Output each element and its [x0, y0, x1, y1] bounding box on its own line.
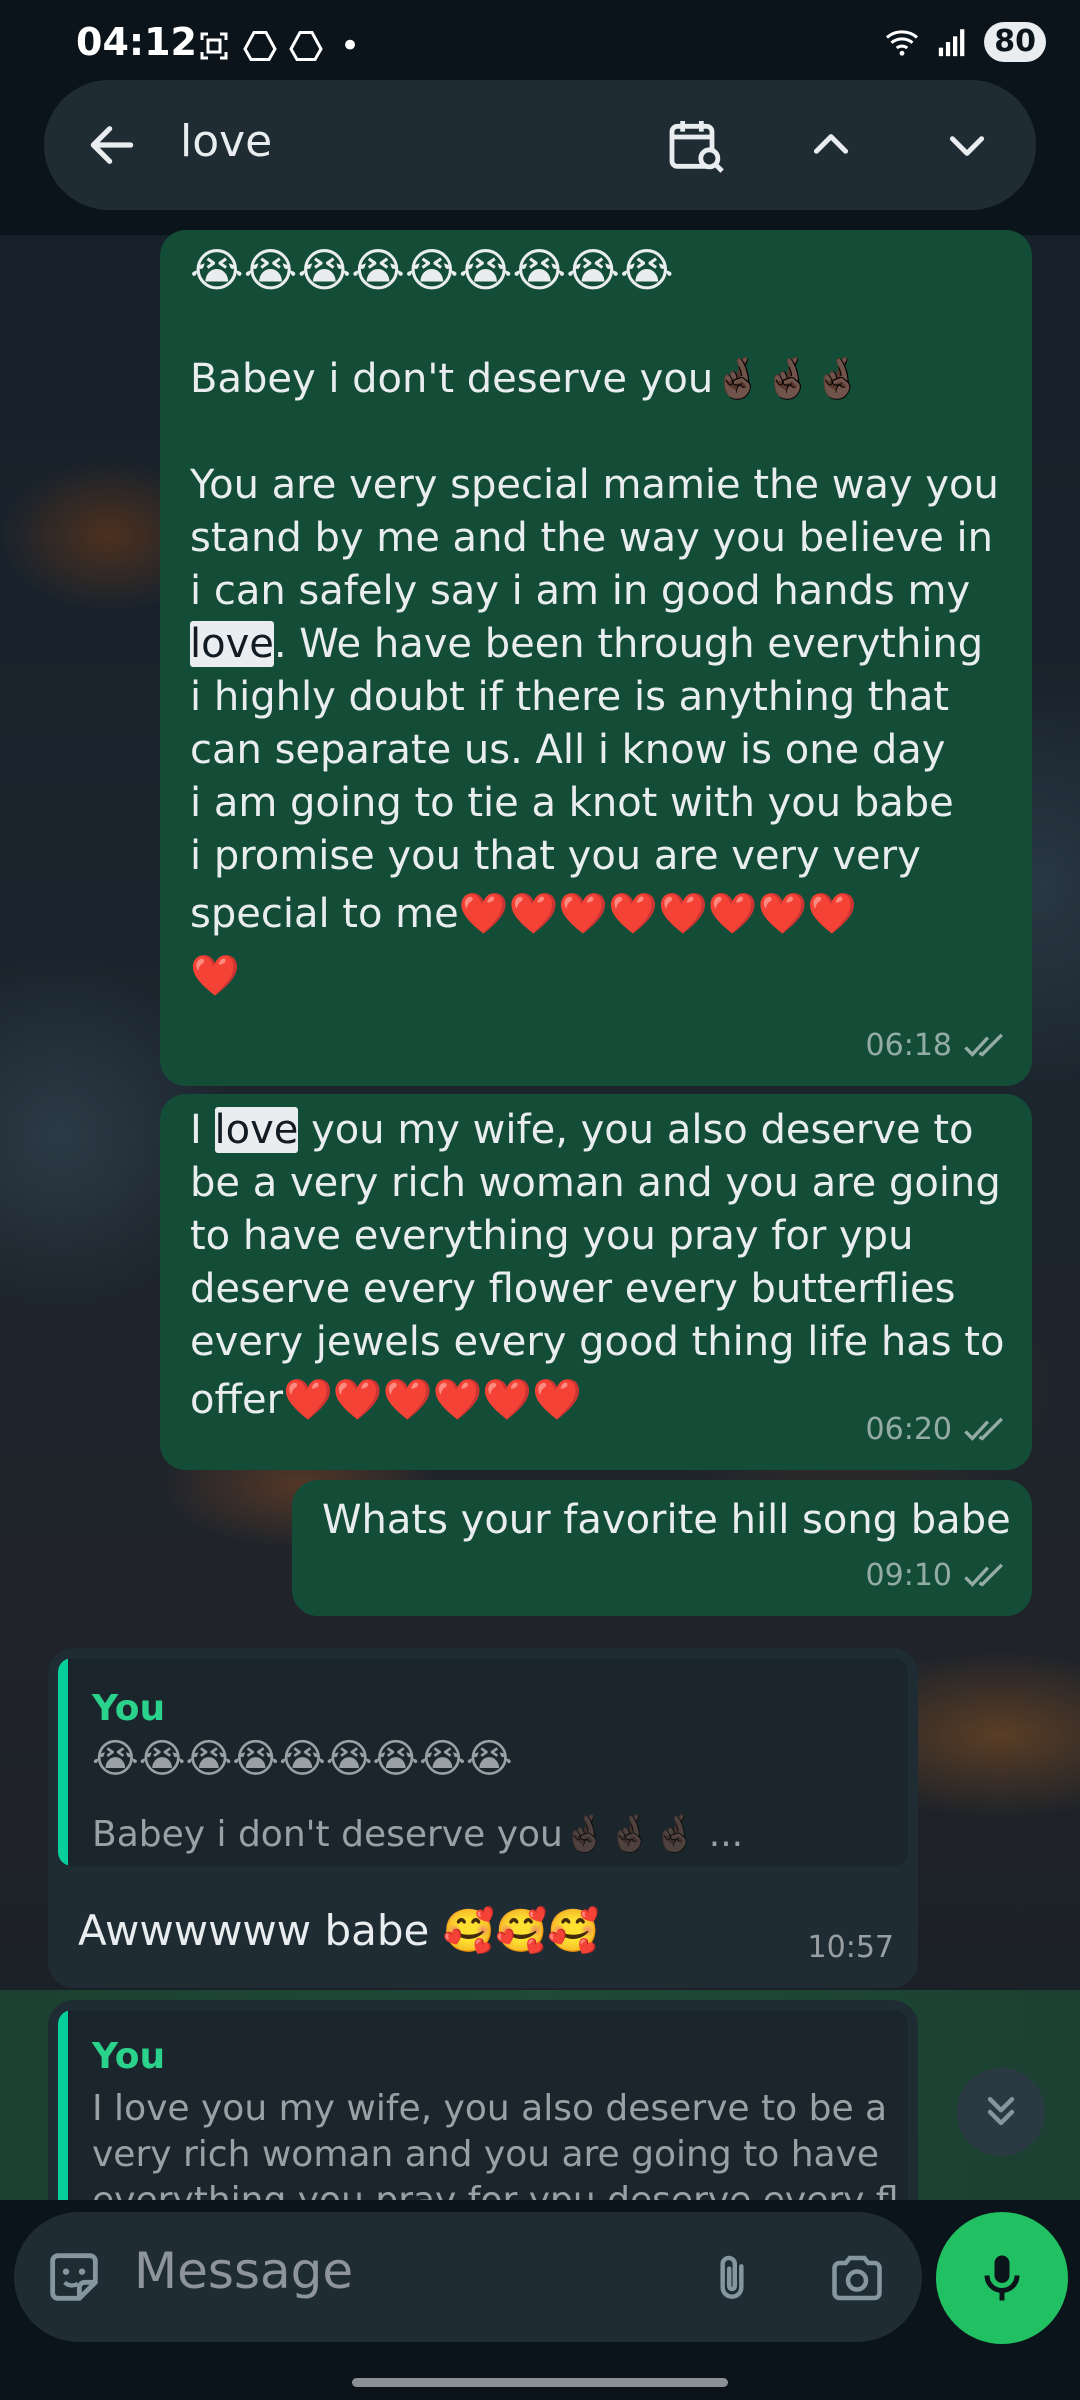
signal-icon — [939, 29, 965, 57]
text-line: special to me❤️❤️❤️❤️❤️❤️❤️❤️ — [190, 891, 858, 937]
chevron-up-icon[interactable] — [806, 120, 856, 170]
text-segment: I — [190, 1107, 215, 1153]
text-line: can separate us. All i know is one day — [190, 727, 946, 773]
message-bubble-outgoing[interactable]: Whats your favorite hill song babe 09:10 — [292, 1480, 1032, 1616]
scroll-to-bottom-button[interactable] — [957, 2068, 1045, 2156]
message-time: 06:20 — [865, 1412, 952, 1447]
voice-message-button[interactable] — [936, 2212, 1068, 2344]
gesture-nav-handle[interactable] — [352, 2378, 728, 2387]
message-text: Whats your favorite hill song babe — [322, 1497, 1011, 1543]
text-line: every jewels every good thing life has t… — [190, 1319, 1005, 1365]
status-bar: 04:12 • 80 — [0, 0, 1080, 80]
back-arrow-icon[interactable] — [84, 117, 140, 173]
message-bubble-outgoing[interactable]: 😭😭😭😭😭😭😭😭😭 Babey i don't deserve you🤞🏿🤞🏿🤞… — [160, 230, 1032, 1086]
message-text: I love you my wife, you also deserve to … — [190, 1104, 1020, 1431]
message-text: Awwwwww babe 🥰🥰🥰 — [78, 1906, 600, 1955]
text-line: You are very special mamie the way you — [190, 462, 999, 508]
text-line: Babey i don't deserve you🤞🏿🤞🏿🤞🏿 — [190, 356, 863, 402]
text-line: stand by me and the way you believe in — [190, 515, 994, 561]
notification-dot: • — [340, 26, 361, 66]
paperclip-icon[interactable] — [704, 2246, 760, 2310]
drive-icon — [289, 31, 323, 61]
wifi-icon — [886, 30, 919, 56]
search-header: love — [0, 80, 1080, 235]
text-line: to have everything you pray for ypu — [190, 1213, 914, 1259]
text-segment: . We have been through everything — [273, 621, 984, 667]
notification-icons: • — [196, 26, 360, 66]
message-text: 😭😭😭😭😭😭😭😭😭 Babey i don't deserve you🤞🏿🤞🏿🤞… — [190, 240, 1020, 1007]
message-meta: 09:10 — [866, 1549, 1008, 1602]
quote-author: You — [92, 1688, 166, 1729]
double-check-icon — [964, 1033, 1003, 1057]
message-time: 09:10 — [865, 1558, 952, 1593]
microphone-icon — [984, 2255, 1020, 2301]
battery-indicator: 80 — [984, 22, 1046, 62]
text-line: i am going to tie a knot with you babe — [190, 780, 954, 826]
quote-accent-bar — [58, 1658, 68, 1866]
message-input[interactable]: Message — [134, 2242, 353, 2300]
message-composer: Message — [14, 2212, 922, 2342]
drive-icon — [243, 31, 277, 61]
quote-text: very rich woman and you are going to hav… — [92, 2134, 880, 2175]
double-check-icon — [964, 1417, 1003, 1441]
message-bubble-incoming[interactable]: You 😭😭😭😭😭😭😭😭😭 Babey i don't deserve you🤞… — [48, 1648, 918, 1988]
calendar-search-icon[interactable] — [664, 113, 728, 177]
text-line-with-highlight: love. We have been through everything — [190, 618, 1020, 671]
search-highlight: love — [214, 1107, 299, 1153]
double-chevron-down-icon — [987, 2096, 1015, 2126]
system-icons: 80 — [882, 22, 1046, 62]
text-line: be a very rich woman and you are going — [190, 1160, 1001, 1206]
text-line: i highly doubt if there is anything that — [190, 674, 950, 720]
text-line-with-highlight: I love you my wife, you also deserve to — [190, 1104, 1020, 1157]
search-bar: love — [44, 80, 1036, 210]
message-meta: 06:20 — [866, 1403, 1008, 1456]
quote-author: You — [92, 2036, 166, 2077]
message-bubble-outgoing[interactable]: I love you my wife, you also deserve to … — [160, 1094, 1032, 1470]
text-segment: you my wife, you also deserve to — [298, 1107, 974, 1153]
search-highlight: love — [190, 621, 274, 667]
sticker-icon[interactable] — [42, 2245, 106, 2309]
text-line: i promise you that you are very very — [190, 833, 921, 879]
emoji-line: 😭😭😭😭😭😭😭😭😭 — [190, 243, 674, 297]
chevron-down-icon[interactable] — [942, 120, 992, 170]
quote-text: 😭😭😭😭😭😭😭😭😭 — [92, 1736, 513, 1782]
screenshot-icon — [200, 32, 228, 60]
message-meta: 06:18 — [866, 1019, 1008, 1072]
message-time: 10:57 — [807, 1930, 894, 1965]
text-line: i can safely say i am in good hands my — [190, 568, 971, 614]
quote-text: Babey i don't deserve you🤞🏿🤞🏿🤞🏿 ... — [92, 1814, 744, 1855]
search-input[interactable]: love — [180, 116, 272, 167]
camera-icon[interactable] — [824, 2248, 890, 2308]
composer-area: Message — [0, 2200, 1080, 2400]
message-time: 06:18 — [865, 1028, 952, 1063]
text-line: deserve every flower every butterflies — [190, 1266, 956, 1312]
text-line: ❤️ — [190, 953, 240, 999]
status-time: 04:12 — [76, 20, 197, 64]
quoted-message[interactable]: You 😭😭😭😭😭😭😭😭😭 Babey i don't deserve you🤞… — [58, 1658, 908, 1866]
quote-text: I love you my wife, you also deserve to … — [92, 2088, 888, 2129]
double-check-icon — [964, 1563, 1003, 1587]
message-meta: 10:57 — [808, 1921, 894, 1974]
